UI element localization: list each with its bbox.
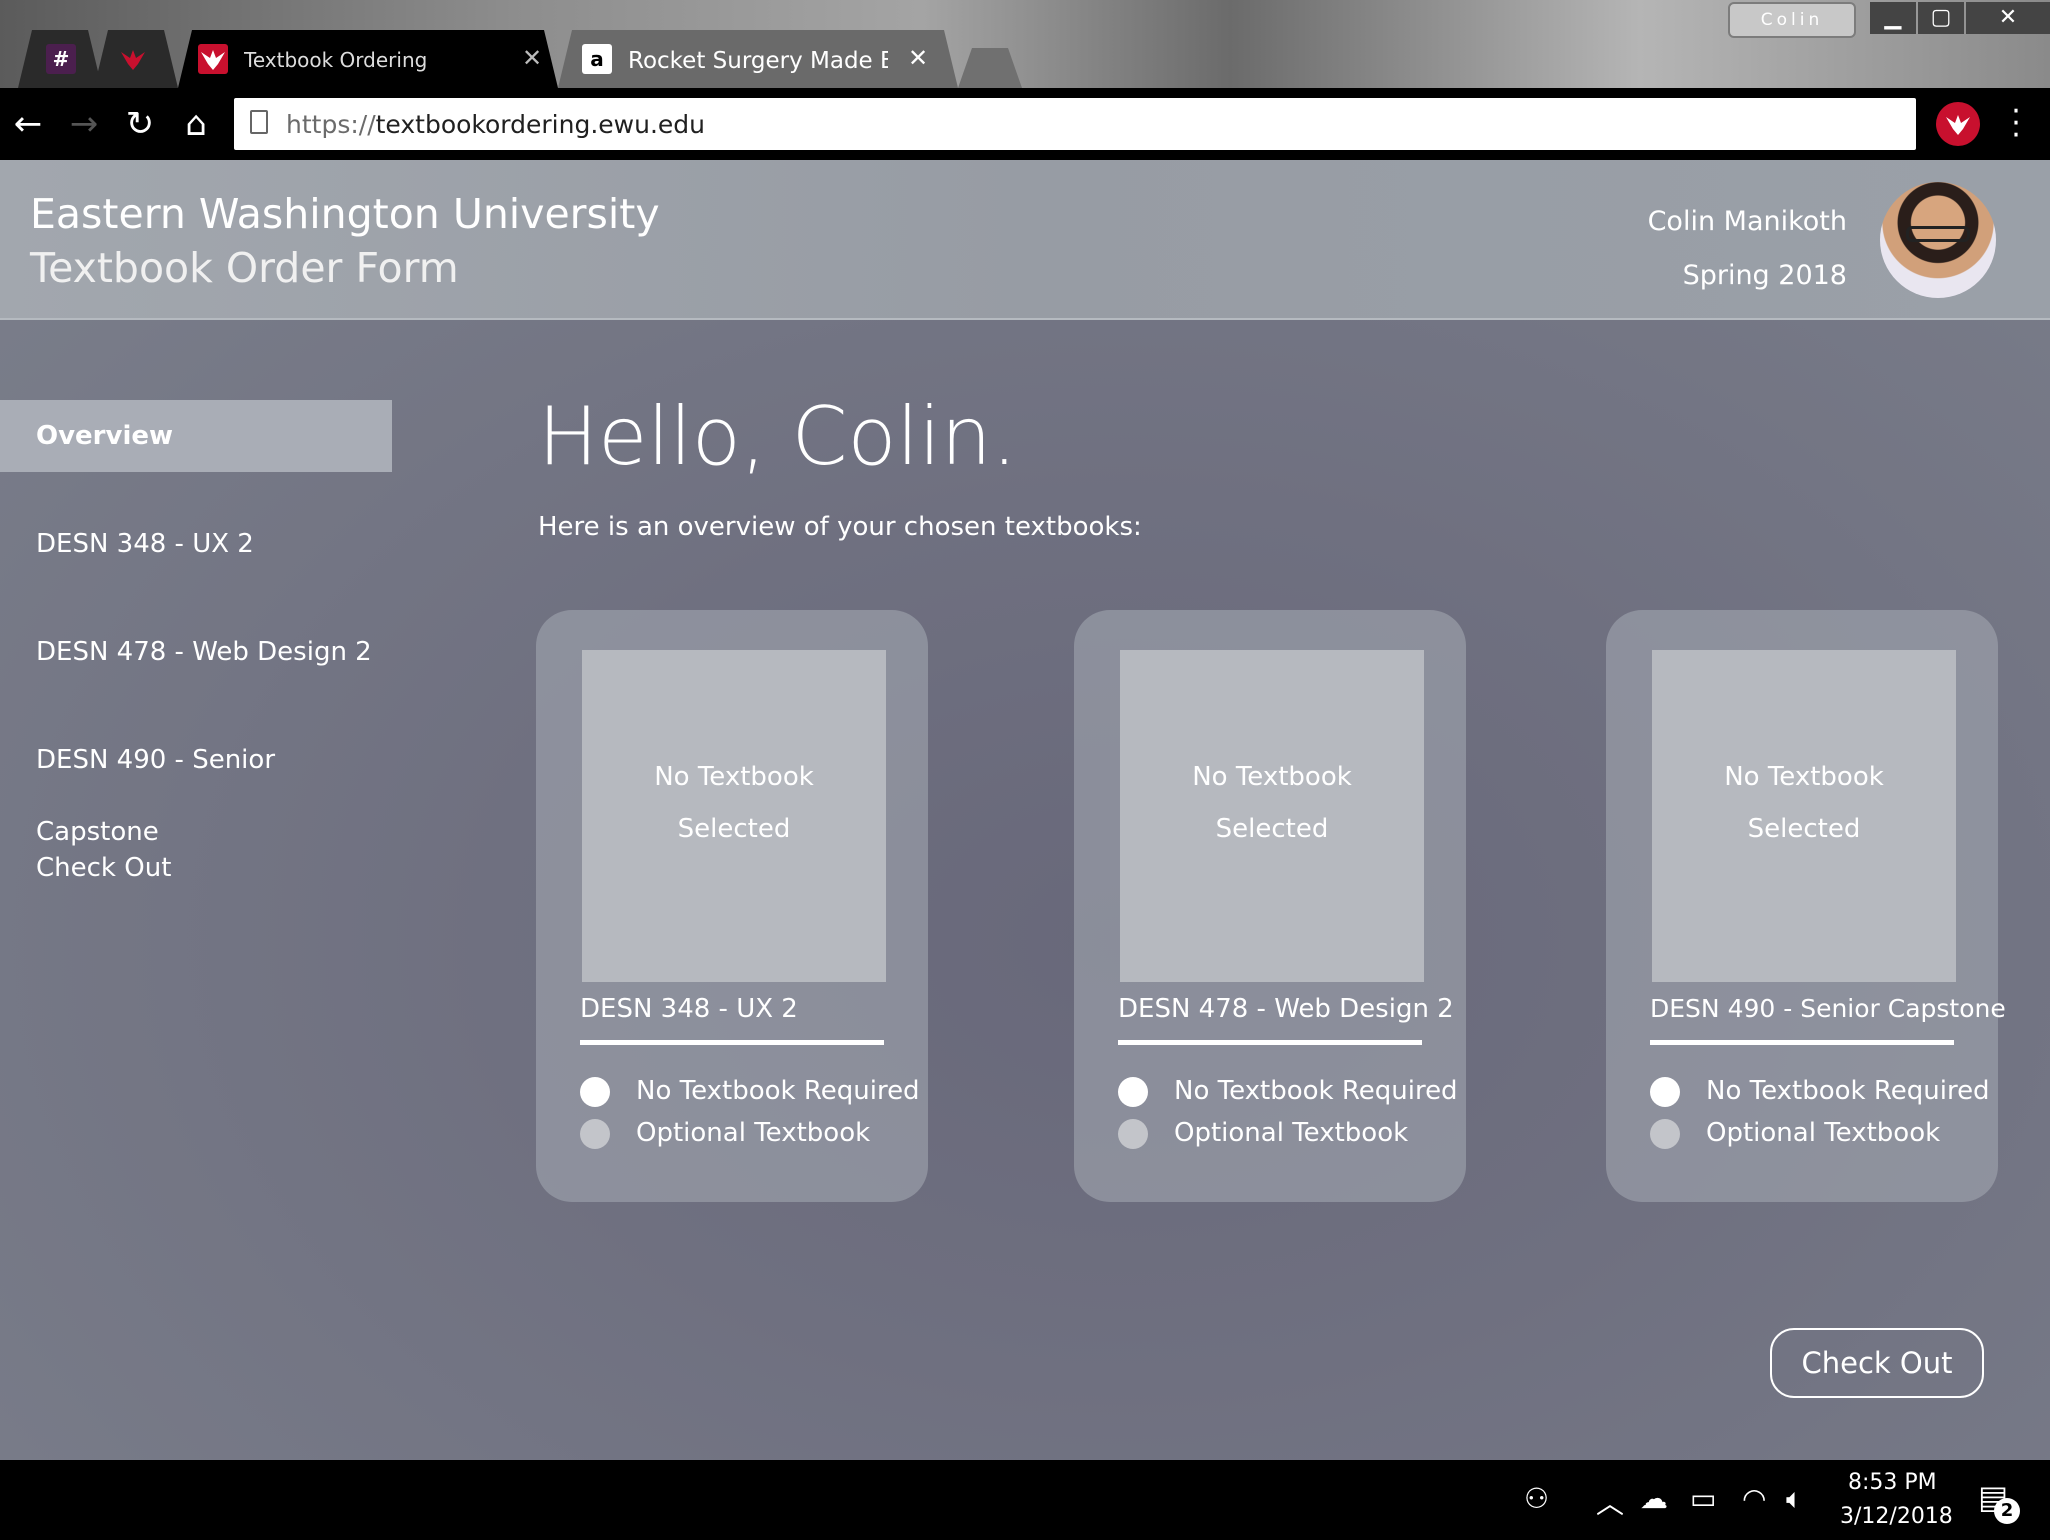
placeholder-line2: Selected (1747, 814, 1861, 844)
form-title: Textbook Order Form (30, 244, 459, 292)
option-optional-textbook[interactable]: Optional Textbook (580, 1118, 870, 1149)
volume-icon[interactable]: 🔈︎ (1786, 1482, 1803, 1516)
textbook-placeholder[interactable]: No Textbook Selected (582, 650, 886, 982)
option-label: Optional Textbook (636, 1118, 871, 1148)
windows-taskbar: ⚇ ︿ ☁ ▭ ◠ 🔈︎ 8:53 PM 3/12/2018 ▤ 2 (0, 1460, 2050, 1540)
tab-title: Rocket Surgery Made Ea (628, 48, 888, 74)
avatar[interactable] (1880, 182, 1996, 298)
eagle-extension-icon[interactable] (1936, 102, 1980, 146)
tab-textbook-ordering[interactable]: Textbook Ordering ✕ (178, 30, 558, 88)
clock-time[interactable]: 8:53 PM (1848, 1470, 1937, 1495)
course-card-desn-348: No Textbook Selected DESN 348 - UX 2 No … (536, 610, 928, 1202)
battery-icon[interactable]: ▭ (1690, 1482, 1716, 1515)
page-content: Eastern Washington University Textbook O… (0, 160, 2050, 1460)
tab-close-icon[interactable]: ✕ (522, 44, 542, 72)
radio-button[interactable] (1650, 1076, 1680, 1107)
textbook-placeholder[interactable]: No Textbook Selected (1120, 650, 1424, 982)
home-icon[interactable]: ⌂ (174, 102, 218, 146)
cloud-icon[interactable]: ☁ (1640, 1482, 1668, 1515)
radio-button[interactable] (1650, 1118, 1680, 1149)
placeholder-line2: Selected (677, 814, 791, 844)
url-text: https://textbookordering.ewu.edu (286, 110, 705, 139)
greeting-heading: Hello, Colin. (538, 390, 1018, 483)
forward-icon[interactable]: → (62, 102, 106, 146)
placeholder-line1: No Textbook (1192, 762, 1352, 792)
option-label: No Textbook Required (1174, 1076, 1458, 1106)
back-icon[interactable]: ← (6, 102, 50, 146)
option-optional-textbook[interactable]: Optional Textbook (1650, 1118, 1940, 1149)
people-icon[interactable]: ⚇ (1524, 1482, 1549, 1515)
option-no-textbook[interactable]: No Textbook Required (1118, 1076, 1458, 1107)
sidebar-item-desn-490[interactable]: DESN 490 - Senior Capstone (0, 724, 392, 847)
placeholder-line1: No Textbook (1724, 762, 1884, 792)
profile-chip[interactable]: Colin (1728, 2, 1856, 38)
radio-button[interactable] (1118, 1118, 1148, 1149)
hashtag-icon: # (46, 44, 76, 74)
option-label: Optional Textbook (1706, 1118, 1941, 1148)
option-optional-textbook[interactable]: Optional Textbook (1118, 1118, 1408, 1149)
tab-close-icon[interactable]: ✕ (908, 44, 928, 72)
sidebar-item-desn-348[interactable]: DESN 348 - UX 2 (0, 508, 392, 580)
radio-button[interactable] (1118, 1076, 1148, 1107)
option-label: No Textbook Required (1706, 1076, 1990, 1106)
course-title: DESN 478 - Web Design 2 (1118, 994, 1454, 1024)
option-no-textbook[interactable]: No Textbook Required (580, 1076, 920, 1107)
tab-rocket-surgery[interactable]: a Rocket Surgery Made Ea ✕ (558, 30, 958, 88)
placeholder-line2: Selected (1215, 814, 1329, 844)
sidebar-item-check-out[interactable]: Check Out (0, 832, 392, 904)
course-title: DESN 348 - UX 2 (580, 994, 798, 1024)
sidebar-item-desn-478[interactable]: DESN 478 - Web Design 2 (0, 616, 392, 688)
chevron-up-icon[interactable]: ︿ (1596, 1482, 1624, 1522)
sidebar-nav: Overview DESN 348 - UX 2 DESN 478 - Web … (0, 400, 392, 940)
radio-button[interactable] (580, 1118, 610, 1149)
notification-count: 2 (1994, 1498, 2020, 1524)
page-icon (250, 110, 268, 134)
clock-date[interactable]: 3/12/2018 (1840, 1504, 1953, 1529)
university-name: Eastern Washington University (30, 190, 660, 238)
eagle-logo-icon (198, 44, 228, 74)
tab-pinned-2[interactable] (94, 30, 178, 88)
option-label: No Textbook Required (636, 1076, 920, 1106)
maximize-button[interactable]: ▢ (1918, 2, 1964, 34)
divider (1118, 1040, 1422, 1045)
sidebar-item-overview[interactable]: Overview (0, 400, 392, 472)
placeholder-line1: No Textbook (654, 762, 814, 792)
term-label: Spring 2018 (1682, 260, 1847, 291)
check-out-button[interactable]: Check Out (1770, 1328, 1984, 1398)
option-label: Optional Textbook (1174, 1118, 1409, 1148)
amazon-icon: a (582, 44, 612, 74)
reload-icon[interactable]: ↻ (118, 102, 162, 146)
course-title: DESN 490 - Senior Capstone (1650, 994, 2006, 1023)
divider (1650, 1040, 1954, 1045)
close-window-button[interactable]: ✕ (1966, 2, 2050, 34)
browser-menu-icon[interactable]: · · · (2004, 97, 2028, 151)
tab-pinned-1[interactable]: # (18, 30, 102, 88)
glasses-shape (1906, 226, 1970, 242)
radio-button[interactable] (580, 1076, 610, 1107)
eagle-logo-icon (118, 44, 148, 74)
intro-text: Here is an overview of your chosen textb… (538, 512, 1142, 542)
option-no-textbook[interactable]: No Textbook Required (1650, 1076, 1990, 1107)
course-card-desn-490: No Textbook Selected DESN 490 - Senior C… (1606, 610, 2006, 1202)
site-header: Eastern Washington University Textbook O… (0, 160, 2050, 320)
minimize-button[interactable]: ▁ (1870, 2, 1916, 34)
address-bar[interactable]: https://textbookordering.ewu.edu (234, 98, 1916, 150)
wifi-icon[interactable]: ◠ (1742, 1482, 1766, 1515)
course-card-desn-478: No Textbook Selected DESN 478 - Web Desi… (1074, 610, 1466, 1202)
user-name: Colin Manikoth (1647, 206, 1847, 237)
divider (580, 1040, 884, 1045)
tab-title: Textbook Ordering (244, 48, 428, 72)
textbook-placeholder[interactable]: No Textbook Selected (1652, 650, 1956, 982)
